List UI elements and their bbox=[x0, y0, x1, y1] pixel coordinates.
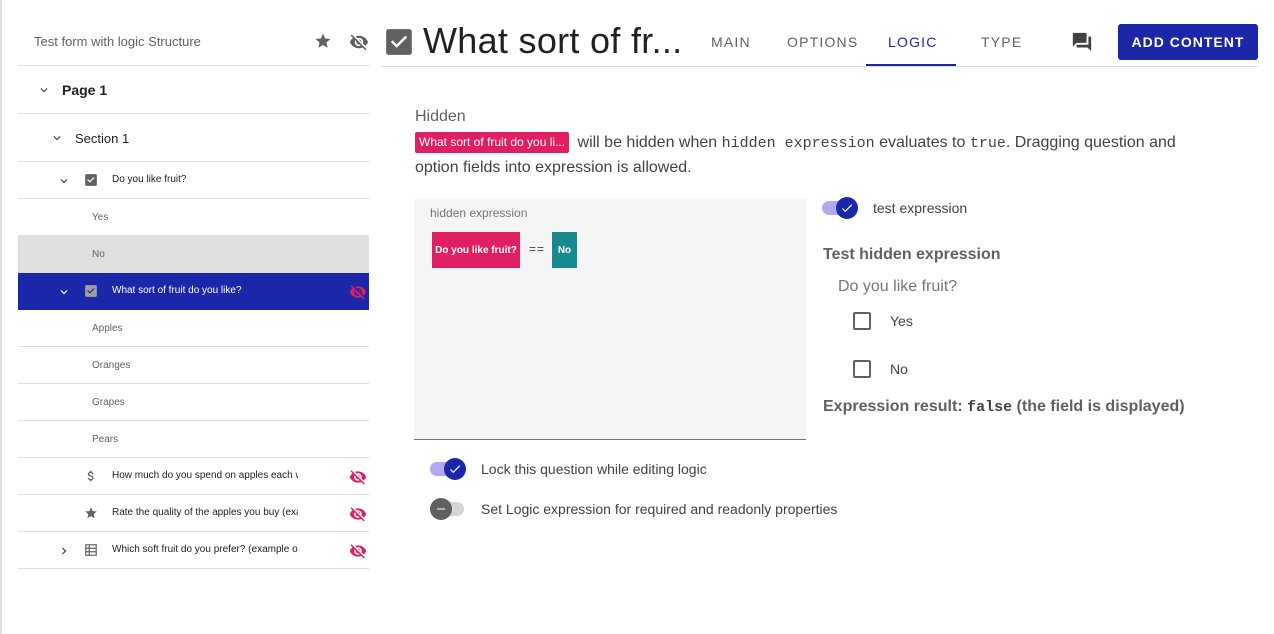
desc-code-2: true bbox=[969, 135, 1006, 152]
toggle-knob bbox=[444, 458, 466, 480]
star-icon[interactable] bbox=[314, 32, 332, 50]
question-title: What sort of fr... bbox=[423, 20, 683, 61]
test-checkbox-no[interactable] bbox=[853, 360, 871, 378]
required-logic-toggle[interactable] bbox=[430, 497, 466, 521]
add-content-button[interactable]: ADD CONTENT bbox=[1118, 24, 1258, 60]
hidden-description: What sort of fruit do you li... will be … bbox=[415, 131, 1195, 180]
tree-option-pears[interactable]: Pears bbox=[18, 421, 369, 458]
question-label: What sort of fruit do you like? bbox=[112, 285, 242, 296]
test-option-yes-label: Yes bbox=[890, 313, 913, 329]
tree-option-oranges[interactable]: Oranges bbox=[18, 347, 369, 384]
hidden-eye-icon bbox=[349, 470, 367, 485]
star-icon bbox=[85, 507, 97, 519]
desc-text-2: evaluates to bbox=[879, 134, 966, 151]
page-label: Page 1 bbox=[62, 82, 108, 98]
tree-question-soft-fruit[interactable]: Which soft fruit do you prefer? (example… bbox=[18, 532, 369, 569]
option-label: Apples bbox=[92, 323, 123, 334]
question-label: How much do you spend on apples each w bbox=[112, 470, 298, 481]
chevron-down-icon[interactable] bbox=[57, 174, 71, 188]
section-label: Section 1 bbox=[75, 131, 130, 146]
hidden-eye-icon bbox=[349, 285, 367, 300]
structure-sidebar: Test form with logic Structure Page 1 Se… bbox=[18, 18, 369, 569]
tree-question-apple-rating[interactable]: Rate the quality of the apples you buy (… bbox=[18, 495, 369, 532]
question-chip[interactable]: What sort of fruit do you li... bbox=[415, 132, 570, 153]
tab-logic[interactable]: LOGIC bbox=[888, 34, 938, 50]
check-icon bbox=[841, 204, 853, 213]
desc-code-1: hidden expression bbox=[721, 135, 875, 152]
comment-icon[interactable] bbox=[1071, 31, 1093, 53]
option-label: Pears bbox=[92, 434, 119, 445]
desc-text-1: will be hidden when bbox=[577, 134, 718, 151]
expression-question-token[interactable]: Do you like fruit? bbox=[432, 232, 520, 268]
minus-icon bbox=[437, 508, 445, 510]
grid-question-icon bbox=[85, 544, 97, 556]
result-prefix: Expression result: bbox=[823, 398, 963, 415]
test-expression-toggle[interactable] bbox=[822, 196, 858, 220]
question-label: Do you like fruit? bbox=[112, 174, 187, 185]
form-title: Test form with logic Structure bbox=[34, 34, 201, 49]
tree-question-fruit-sort[interactable]: What sort of fruit do you like? bbox=[18, 273, 369, 310]
dollar-icon bbox=[87, 470, 94, 482]
chevron-down-icon[interactable] bbox=[50, 131, 64, 145]
left-border bbox=[0, 0, 2, 634]
question-label: Which soft fruit do you prefer? (example… bbox=[112, 544, 298, 555]
question-label: Rate the quality of the apples you buy (… bbox=[112, 507, 298, 518]
test-question-label: Do you like fruit? bbox=[838, 278, 958, 295]
active-tab-indicator bbox=[866, 64, 956, 66]
tab-type[interactable]: TYPE bbox=[981, 34, 1022, 50]
hidden-eye-icon bbox=[349, 544, 367, 559]
tab-options[interactable]: OPTIONS bbox=[787, 34, 858, 50]
check-icon bbox=[449, 465, 461, 474]
tree-page-1[interactable]: Page 1 bbox=[18, 66, 369, 114]
sidebar-header: Test form with logic Structure bbox=[18, 18, 369, 66]
tree-option-grapes[interactable]: Grapes bbox=[18, 384, 369, 421]
visibility-off-icon[interactable] bbox=[349, 32, 369, 52]
tree-option-no[interactable]: No bbox=[18, 236, 369, 273]
chevron-down-icon[interactable] bbox=[37, 83, 51, 97]
expression-operator[interactable]: == bbox=[529, 242, 545, 256]
lock-question-toggle[interactable] bbox=[430, 457, 466, 481]
option-label: Yes bbox=[92, 212, 109, 223]
test-expression-label: test expression bbox=[873, 200, 968, 216]
expression-value-token[interactable]: No bbox=[552, 232, 577, 268]
test-option-no-label: No bbox=[890, 361, 908, 377]
option-label: Oranges bbox=[92, 360, 131, 371]
option-label: Grapes bbox=[92, 397, 125, 408]
editor-header: What sort of fr... MAIN OPTIONS LOGIC TY… bbox=[381, 18, 1258, 67]
toggle-knob bbox=[430, 498, 452, 520]
tree-question-like-fruit[interactable]: Do you like fruit? bbox=[18, 162, 369, 199]
expression-result: Expression result: false (the field is d… bbox=[823, 398, 1185, 416]
toggle-knob bbox=[836, 197, 858, 219]
result-value: false bbox=[967, 399, 1013, 416]
checkbox-question-icon bbox=[85, 174, 97, 186]
chevron-right-icon[interactable] bbox=[57, 544, 71, 558]
checkbox-question-icon bbox=[386, 29, 412, 55]
checkbox-question-icon bbox=[85, 285, 97, 297]
lock-question-label: Lock this question while editing logic bbox=[481, 461, 707, 477]
hidden-eye-icon bbox=[349, 507, 367, 522]
required-logic-label: Set Logic expression for required and re… bbox=[481, 501, 838, 517]
tree-section-1[interactable]: Section 1 bbox=[18, 114, 369, 162]
result-suffix: (the field is displayed) bbox=[1016, 398, 1185, 415]
expression-label: hidden expression bbox=[430, 206, 528, 220]
option-label: No bbox=[92, 249, 105, 260]
hidden-section-label: Hidden bbox=[415, 108, 466, 125]
hidden-expression-dropzone[interactable]: hidden expression Do you like fruit? == … bbox=[414, 199, 806, 440]
test-hidden-title: Test hidden expression bbox=[823, 246, 1001, 263]
tree-question-apple-spend[interactable]: How much do you spend on apples each w bbox=[18, 458, 369, 495]
tab-main[interactable]: MAIN bbox=[711, 34, 751, 50]
tree-option-yes[interactable]: Yes bbox=[18, 199, 369, 236]
chevron-down-icon[interactable] bbox=[57, 285, 71, 299]
test-checkbox-yes[interactable] bbox=[853, 312, 871, 330]
tree-option-apples[interactable]: Apples bbox=[18, 310, 369, 347]
